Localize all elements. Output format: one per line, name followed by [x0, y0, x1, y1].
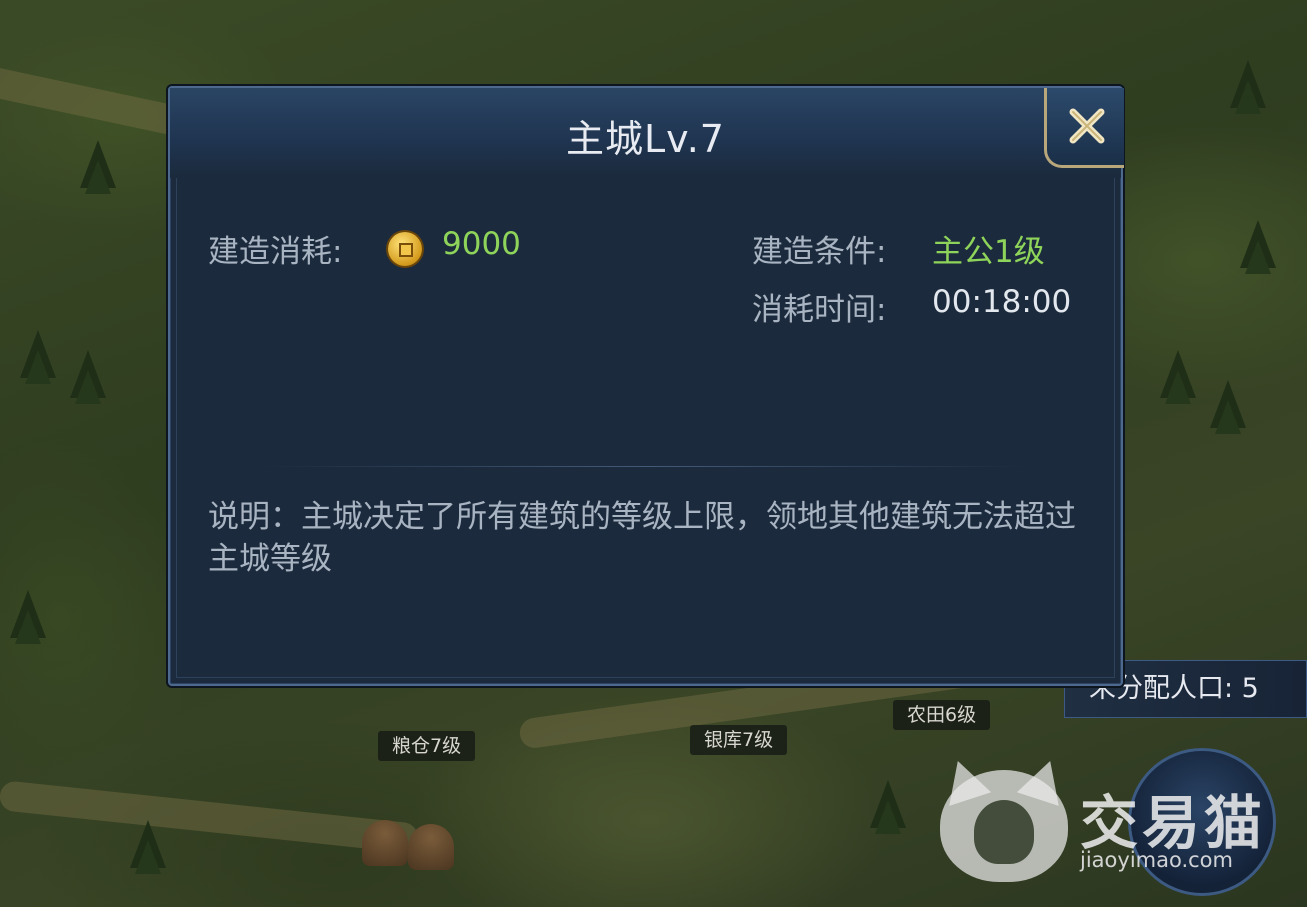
dialog-title: 主城Lv.7 [566, 117, 725, 161]
tree [70, 350, 106, 404]
time-label: 消耗时间: [752, 292, 887, 328]
building-label-treasury[interactable]: 银库7级 [690, 725, 788, 755]
tree [1160, 350, 1196, 404]
close-icon [1069, 108, 1105, 144]
tree [870, 780, 906, 834]
tree [20, 330, 56, 384]
tree [1210, 380, 1246, 434]
watermark-url: jiaoyimao.com [1080, 848, 1233, 872]
tree [80, 140, 116, 194]
tree [130, 820, 166, 874]
dialog-header: 主城Lv.7 [170, 88, 1121, 178]
coin-icon [388, 232, 422, 266]
divider [260, 466, 1030, 467]
cost-label: 建造消耗: [208, 234, 343, 270]
building-label-farm[interactable]: 农田6级 [893, 700, 991, 730]
tree [1240, 220, 1276, 274]
condition-label: 建造条件: [752, 234, 887, 270]
tree [10, 590, 46, 644]
building-description: 说明：主城决定了所有建筑的等级上限，领地其他建筑无法超过主城等级 [208, 499, 1076, 577]
tree [1230, 60, 1266, 114]
watermark: 交易猫 jiaoyimao.com [940, 770, 1262, 890]
cost-value: 9000 [442, 226, 521, 262]
map-road [0, 780, 420, 854]
map-building[interactable] [408, 824, 454, 870]
map-building[interactable] [362, 820, 408, 866]
condition-value: 主公1级 [932, 234, 1045, 270]
cat-logo-icon [940, 770, 1068, 882]
close-button[interactable] [1044, 88, 1124, 168]
building-info-dialog: 主城Lv.7 建造消耗: 9000 建造条件: 主公1级 消耗时间: 00:18… [168, 86, 1124, 686]
time-value: 00:18:00 [932, 284, 1072, 320]
building-label-granary[interactable]: 粮仓7级 [378, 731, 476, 761]
